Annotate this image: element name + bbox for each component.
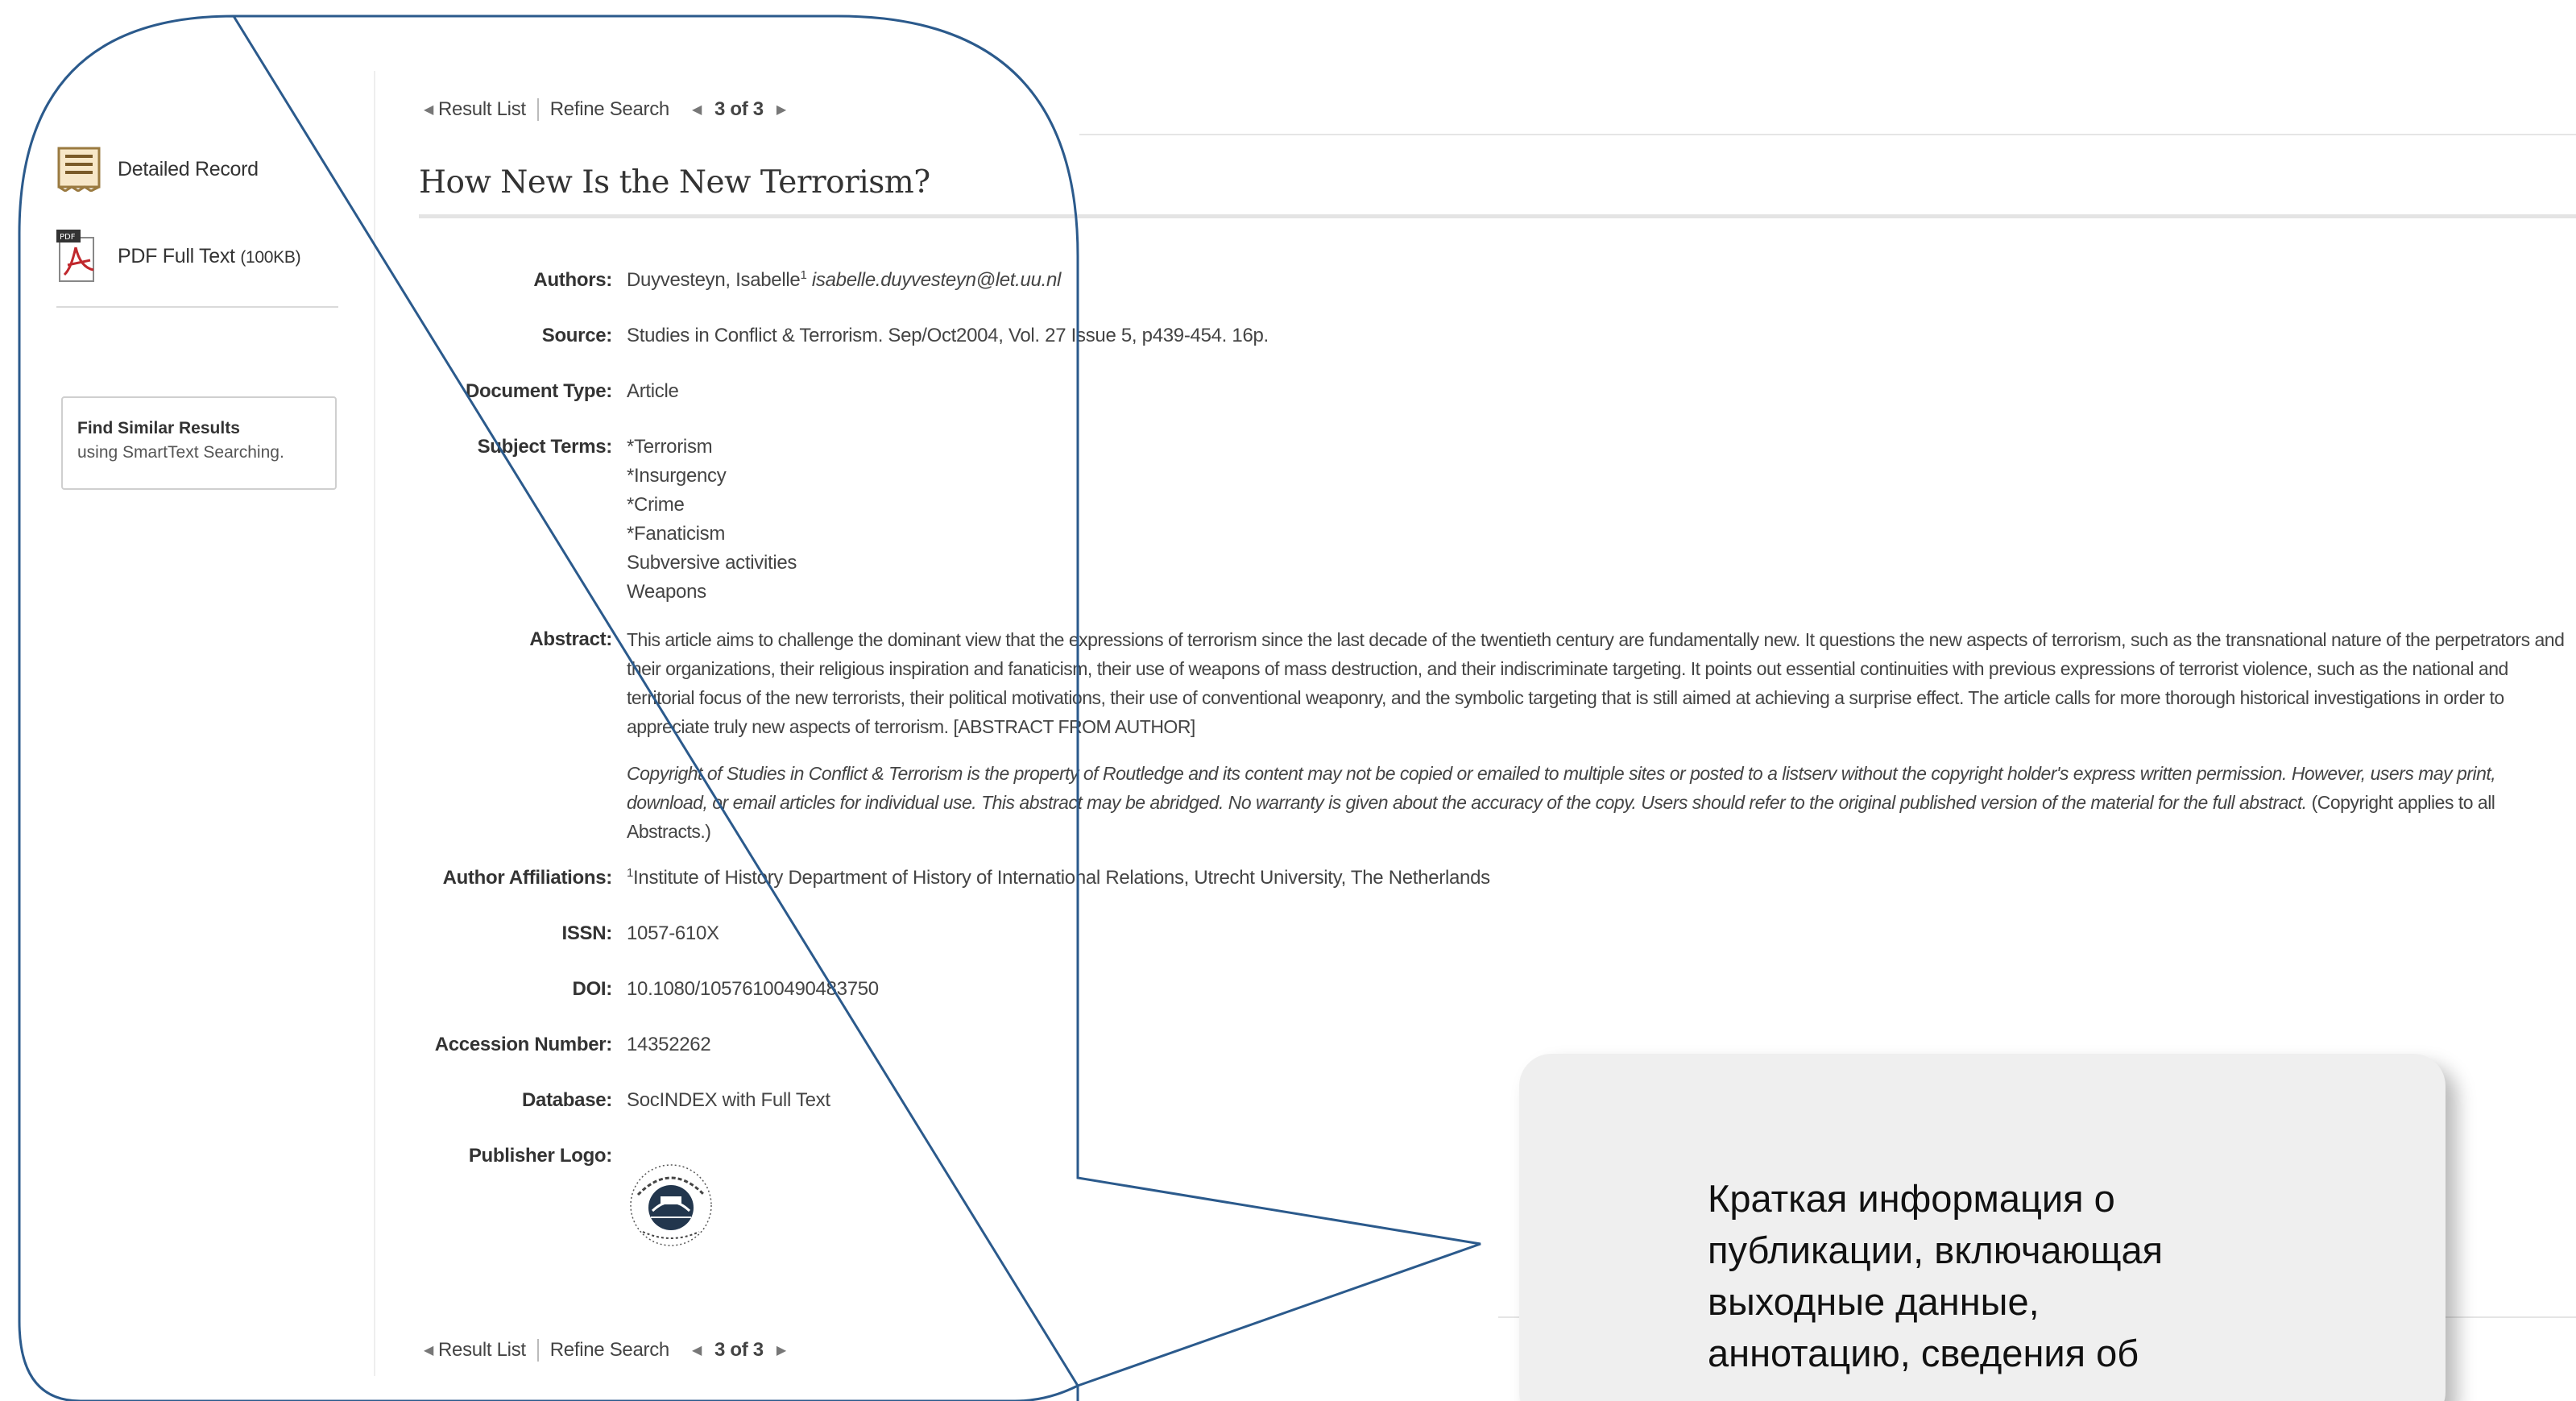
subjects-row: Subject Terms: *Terrorism *Insurgency *C…: [419, 433, 2576, 607]
subject-term[interactable]: *Insurgency: [627, 462, 2576, 491]
svg-text:PDF: PDF: [60, 233, 76, 242]
author-sup: 1: [800, 268, 807, 282]
affil-sup: 1: [627, 866, 634, 880]
refine-search-link[interactable]: Refine Search: [550, 98, 669, 121]
find-similar-title: Find Similar Results: [77, 419, 240, 437]
next-record-icon[interactable]: ▶: [777, 102, 786, 118]
top-result-nav: ◀ Result List Refine Search ◀ 3 of 3 ▶: [419, 96, 791, 123]
pdf-size: (100KB): [240, 247, 301, 267]
affiliations-label: Author Affiliations:: [442, 867, 613, 889]
pdf-full-text-label: PDF Full Text (100KB): [118, 244, 301, 267]
back-arrow-icon: ◀: [424, 103, 434, 117]
affiliations-row: Author Affiliations: 1Institute of Histo…: [419, 864, 2576, 893]
doi-value[interactable]: 10.1080/10576100490483750: [627, 975, 2576, 1004]
top-rule: [1079, 134, 2576, 135]
source-value: Studies in Conflict & Terrorism. Sep/Oct…: [627, 325, 1269, 346]
issn-value: 1057-610X: [627, 922, 719, 944]
prev-record-icon[interactable]: ◀: [692, 1342, 702, 1358]
subject-term[interactable]: *Terrorism: [627, 433, 2576, 462]
doctype-label: Document Type:: [465, 380, 612, 402]
issn-row: ISSN: 1057-610X: [419, 919, 2576, 948]
database-label: Database:: [521, 1089, 612, 1111]
doi-row: DOI: 10.1080/10576100490483750: [419, 975, 2576, 1004]
callout-text: Краткая информация о публикации, включаю…: [1708, 1173, 2368, 1379]
taylor-francis-logo[interactable]: [627, 1161, 715, 1250]
detailed-record-icon: [56, 143, 101, 195]
author-email[interactable]: isabelle.duyvesteyn@let.uu.nl: [812, 269, 1061, 291]
nav-divider: [536, 98, 539, 121]
back-arrow-icon: ◀: [424, 1344, 434, 1357]
doctype-row: Document Type: Article: [419, 377, 2576, 406]
doctype-value: Article: [627, 380, 679, 402]
subjects-list: *Terrorism *Insurgency *Crime *Fanaticis…: [627, 433, 2576, 607]
copyright-notice: Copyright of Studies in Conflict & Terro…: [627, 759, 2576, 846]
article-title: How New Is the New Terrorism?: [419, 164, 930, 201]
title-rule: [419, 214, 2576, 218]
subject-term[interactable]: Subversive activities: [627, 549, 2576, 578]
prev-record-icon[interactable]: ◀: [692, 102, 702, 118]
pdf-icon: PDF: [56, 230, 101, 282]
copyright-text: Copyright of Studies in Conflict & Terro…: [627, 763, 2496, 813]
record-count: 3 of 3: [714, 1339, 764, 1361]
authors-row: Authors: Duyvesteyn, Isabelle1 isabelle.…: [419, 266, 2576, 295]
detailed-record-label: Detailed Record: [118, 157, 259, 180]
nav-divider: [536, 1339, 539, 1362]
callout-line: выходные данные,: [1708, 1280, 2040, 1323]
callout-line: Краткая информация о: [1708, 1177, 2115, 1220]
find-similar-subtitle: using SmartText Searching.: [77, 443, 284, 462]
record-count: 3 of 3: [714, 98, 764, 120]
detailed-record-link[interactable]: Detailed Record: [56, 137, 338, 201]
affiliations-value: 1Institute of History Department of Hist…: [627, 864, 2576, 893]
abstract-row: Abstract: This article aims to challenge…: [419, 625, 2576, 846]
source-row: Source: Studies in Conflict & Terrorism.…: [419, 321, 2576, 350]
subject-term[interactable]: *Fanaticism: [627, 520, 2576, 549]
find-similar-results-box[interactable]: Find Similar Results using SmartText Sea…: [61, 396, 337, 490]
authors-label: Authors:: [533, 269, 612, 291]
abstract-text: This article aims to challenge the domin…: [627, 629, 2565, 737]
callout-line: публикации, включающая: [1708, 1229, 2164, 1271]
pdf-full-text-link[interactable]: PDF PDF Full Text (100KB): [56, 224, 338, 288]
abstract-value: This article aims to challenge the domin…: [627, 625, 2576, 846]
abstract-label: Abstract:: [529, 628, 612, 650]
refine-search-link[interactable]: Refine Search: [550, 1339, 669, 1362]
affil-text: Institute of History Department of Histo…: [633, 867, 1490, 889]
bottom-result-nav: ◀ Result List Refine Search ◀ 3 of 3 ▶: [419, 1337, 791, 1364]
callout-line: аннотацию, сведения об: [1708, 1332, 2139, 1374]
authors-value: Duyvesteyn, Isabelle1 isabelle.duyvestey…: [627, 266, 2576, 295]
doi-label: DOI:: [572, 978, 613, 1000]
sidebar-divider: [56, 306, 338, 308]
left-sidebar: Detailed Record PDF PDF Full Text (100KB…: [56, 137, 338, 490]
publisher-label: Publisher Logo:: [468, 1145, 612, 1167]
accession-label: Accession Number:: [434, 1034, 613, 1055]
subjects-label: Subject Terms:: [477, 436, 613, 458]
subject-term[interactable]: Weapons: [627, 578, 2576, 607]
author-name[interactable]: Duyvesteyn, Isabelle: [627, 269, 801, 291]
subject-term[interactable]: *Crime: [627, 491, 2576, 520]
result-list-link[interactable]: Result List: [438, 1339, 526, 1362]
source-label: Source:: [541, 325, 613, 346]
sidebar-vertical-divider: [374, 71, 375, 1376]
issn-label: ISSN:: [561, 922, 612, 944]
result-list-link[interactable]: Result List: [438, 98, 526, 121]
next-record-icon[interactable]: ▶: [777, 1342, 786, 1358]
